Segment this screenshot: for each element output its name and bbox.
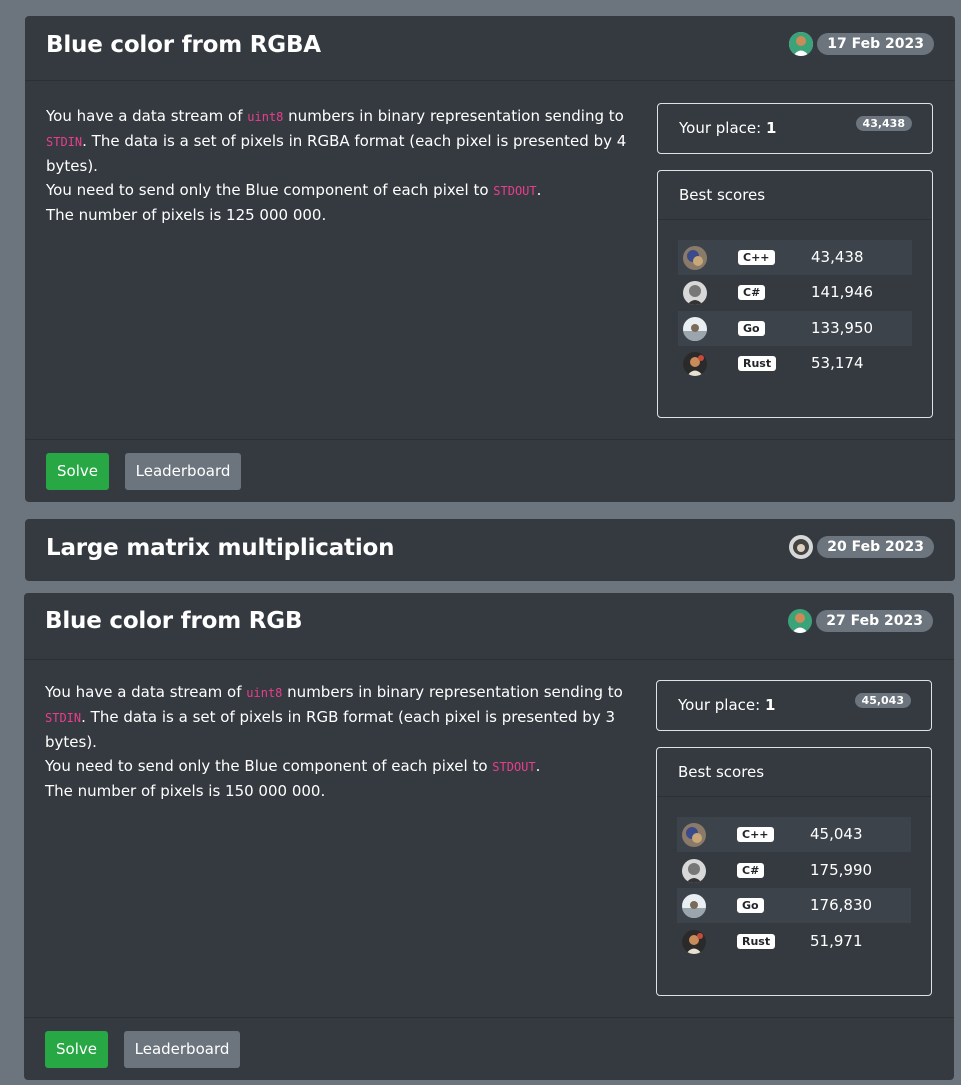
solve-button[interactable]: Solve <box>46 453 109 490</box>
user-avatar[interactable] <box>683 281 707 305</box>
user-avatar[interactable] <box>682 930 706 954</box>
score-row[interactable]: Rust 53,174 <box>678 346 912 381</box>
card-header: Blue color from RGBA 17 Feb 2023 <box>25 16 955 81</box>
score-value: 45,043 <box>810 825 863 843</box>
task-title[interactable]: Blue color from RGB <box>45 608 303 634</box>
language-badge: Go <box>738 321 765 336</box>
solve-button[interactable]: Solve <box>45 1031 108 1068</box>
code-stdin: STDIN <box>45 711 82 725</box>
date-badge: 17 Feb 2023 <box>817 33 934 55</box>
leaderboard-button[interactable]: Leaderboard <box>124 1031 240 1068</box>
user-avatar[interactable] <box>682 894 706 918</box>
task-card: Blue color from RGBA 17 Feb 2023 You hav… <box>25 16 955 502</box>
divider <box>657 796 931 797</box>
author-avatar[interactable] <box>788 609 813 633</box>
language-badge: C++ <box>738 250 775 265</box>
score-value: 141,946 <box>811 283 874 301</box>
task-card: Blue color from RGB 27 Feb 2023 You have… <box>24 593 954 1080</box>
score-row[interactable]: Rust 51,971 <box>677 924 911 959</box>
score-value: 43,438 <box>811 248 864 266</box>
language-badge: Rust <box>737 934 776 949</box>
language-badge: C# <box>737 863 765 878</box>
your-place-box: Your place: 1 43,438 <box>657 103 933 154</box>
user-avatar[interactable] <box>682 823 706 847</box>
code-uint8: uint8 <box>247 110 284 124</box>
task-title[interactable]: Large matrix multiplication <box>46 535 394 561</box>
best-scores-title: Best scores <box>678 763 765 781</box>
task-meta: 17 Feb 2023 <box>789 32 934 56</box>
user-avatar[interactable] <box>683 352 707 376</box>
score-value: 133,950 <box>811 319 874 337</box>
best-scores-title: Best scores <box>679 186 766 204</box>
score-row[interactable]: C++ 45,043 <box>677 817 911 852</box>
your-score-badge: 45,043 <box>854 693 911 708</box>
card-footer: Solve Leaderboard <box>25 439 955 502</box>
code-stdin: STDIN <box>46 135 83 149</box>
best-scores-box: Best scores C++ 45,043 C# 175,990 Go 176… <box>656 747 932 996</box>
your-place-label: Your place: 1 <box>678 696 776 714</box>
author-avatar[interactable] <box>789 535 814 559</box>
card-header: Large matrix multiplication 20 Feb 2023 <box>25 519 955 581</box>
score-value: 175,990 <box>810 861 873 879</box>
language-badge: C# <box>738 285 766 300</box>
score-row[interactable]: Go 133,950 <box>678 311 912 346</box>
code-stdout: STDOUT <box>492 760 536 774</box>
task-card: Large matrix multiplication 20 Feb 2023 <box>25 519 955 581</box>
score-value: 53,174 <box>811 354 864 372</box>
your-place-box: Your place: 1 45,043 <box>656 680 932 731</box>
best-scores-box: Best scores C++ 43,438 C# 141,946 Go 133… <box>657 170 933 418</box>
user-avatar[interactable] <box>682 859 706 883</box>
score-row[interactable]: Go 176,830 <box>677 888 911 923</box>
language-badge: Rust <box>738 356 777 371</box>
score-row[interactable]: C++ 43,438 <box>678 240 912 275</box>
divider <box>658 219 932 220</box>
your-score-badge: 43,438 <box>855 116 912 131</box>
user-avatar[interactable] <box>683 246 707 270</box>
language-badge: Go <box>737 898 764 913</box>
card-footer: Solve Leaderboard <box>24 1017 954 1080</box>
task-description: You have a data stream of uint8 numbers … <box>46 107 627 224</box>
score-row[interactable]: C# 175,990 <box>677 853 911 888</box>
task-meta: 20 Feb 2023 <box>789 535 934 559</box>
leaderboard-button[interactable]: Leaderboard <box>125 453 241 490</box>
score-row[interactable]: C# 141,946 <box>678 275 912 310</box>
card-header: Blue color from RGB 27 Feb 2023 <box>24 593 954 660</box>
user-avatar[interactable] <box>683 317 707 341</box>
task-description: You have a data stream of uint8 numbers … <box>45 683 623 800</box>
score-value: 51,971 <box>810 932 863 950</box>
date-badge: 27 Feb 2023 <box>816 610 933 632</box>
task-title[interactable]: Blue color from RGBA <box>46 32 321 58</box>
date-badge: 20 Feb 2023 <box>817 536 934 558</box>
code-stdout: STDOUT <box>493 184 537 198</box>
score-value: 176,830 <box>810 896 873 914</box>
task-meta: 27 Feb 2023 <box>788 609 933 633</box>
your-place-label: Your place: 1 <box>679 119 777 137</box>
language-badge: C++ <box>737 827 774 842</box>
author-avatar[interactable] <box>789 32 814 56</box>
code-uint8: uint8 <box>246 686 283 700</box>
